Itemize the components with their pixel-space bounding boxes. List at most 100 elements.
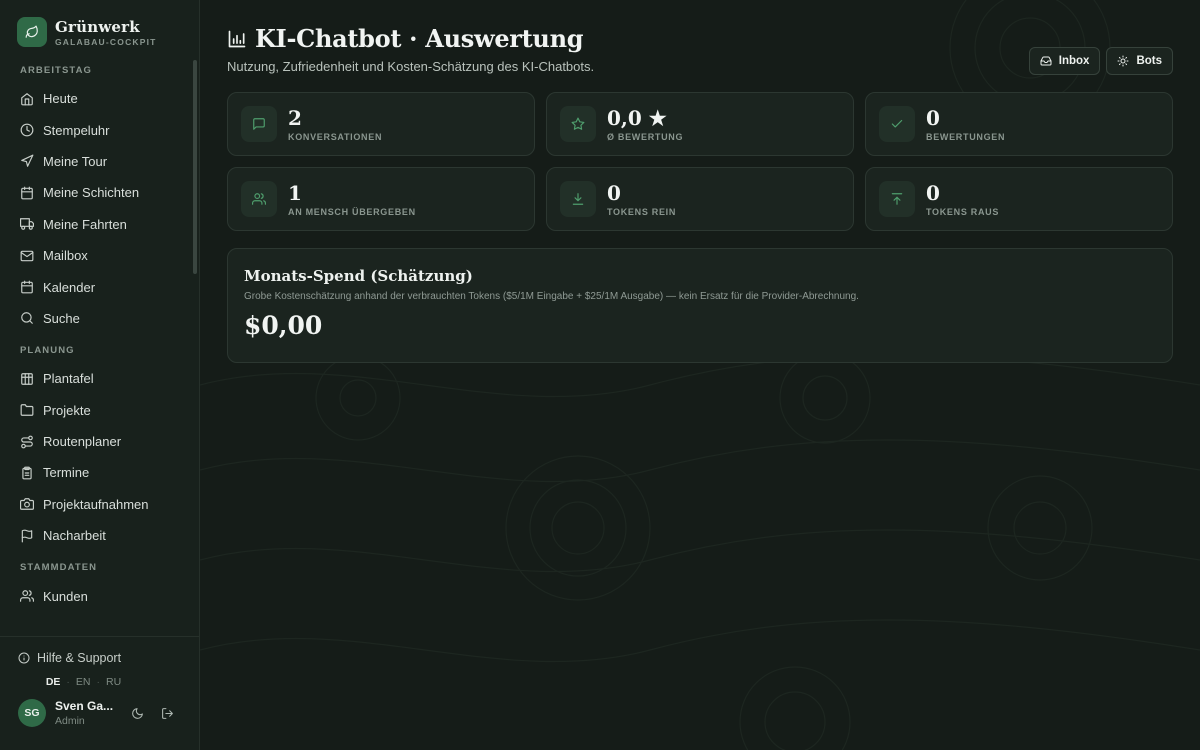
user-profile: SG Sven Ga... Admin [0,699,199,727]
spend-description: Grobe Kostenschätzung anhand der verbrau… [244,291,859,302]
sidebar-item-label: Termine [43,465,90,481]
logout-icon[interactable] [161,707,174,720]
sidebar-item-label: Meine Fahrten [43,216,127,232]
sun-icon [1117,55,1129,67]
stat-card-tokens-rein: 0 TOKENS REIN [546,167,854,231]
stat-label: TOKENS REIN [607,206,677,217]
sidebar-item-label: Kunden [43,588,88,604]
search-icon [21,312,33,325]
stat-value: 0 [926,180,940,205]
avatar[interactable]: SG [18,699,46,727]
stat-value: 2 [288,105,302,130]
home-icon [21,92,33,106]
leaf-icon [17,17,47,47]
clipboard-icon [22,466,32,480]
sidebar-item-routenplaner[interactable]: Routenplaner [0,426,193,457]
sidebar-item-label: Heute [43,91,78,107]
nav-section-arbeitstag: ARBEITSTAG [20,65,93,76]
sidebar-footer: Hilfe & Support DE · EN · RU SG Sven Ga.… [0,636,199,750]
mail-icon [20,250,34,261]
stat-card-uebergeben: 1 AN MENSCH ÜBERGEBEN [227,167,535,231]
stat-label: BEWERTUNGEN [926,131,1006,142]
user-name: Sven Ga... [55,699,114,713]
users-icon [252,193,266,205]
sidebar-item-label: Stempeluhr [43,122,110,138]
chat-icon [253,118,265,130]
check-icon [891,119,903,128]
page-subtitle: Nutzung, Zufriedenheit und Kosten-Schätz… [227,59,595,74]
info-icon [18,652,30,664]
bar-chart-icon [228,30,246,47]
language-en[interactable]: EN [76,676,91,688]
stat-value: 0 [926,105,940,130]
sidebar-item-kunden[interactable]: Kunden [0,580,193,611]
sidebar-item-suche[interactable]: Suche [0,303,193,334]
sidebar-nav: ARBEITSTAG Heute Stempeluhr Meine Tour M… [0,64,193,636]
sidebar-item-termine[interactable]: Termine [0,457,193,488]
sidebar-item-label: Routenplaner [43,434,122,450]
brand[interactable]: Grünwerk GALABAU-COCKPIT [0,0,199,48]
sidebar-item-label: Mailbox [43,248,88,264]
sidebar-item-kalender[interactable]: Kalender [0,271,193,302]
brand-name: Grünwerk [55,17,140,36]
navigation-icon [21,155,34,168]
separator-dot: · [96,676,101,688]
stat-value: 1 [288,180,302,205]
sidebar-item-mailbox[interactable]: Mailbox [0,240,193,271]
sidebar-scrollbar[interactable] [193,60,197,274]
folder-icon [20,404,34,417]
sidebar-item-label: Nacharbeit [43,528,106,544]
brand-subtitle: GALABAU-COCKPIT [55,36,157,47]
sidebar-item-stempeluhr[interactable]: Stempeluhr [0,114,193,145]
language-ru[interactable]: RU [106,676,121,688]
stat-label: Ø BEWERTUNG [607,131,684,142]
spend-value: $0,00 [244,311,323,340]
upload-icon [891,193,903,205]
inbox-label: Inbox [1058,55,1090,67]
sidebar-item-plantafel[interactable]: Plantafel [0,363,193,394]
bots-label: Bots [1136,55,1162,67]
stat-card-bewertungen: 0 BEWERTUNGEN [865,92,1173,156]
stat-value: 0,0 ★ [607,105,667,130]
clock-icon [20,123,34,137]
sidebar-item-meine-tour[interactable]: Meine Tour [0,146,193,177]
star-icon [571,117,585,130]
stats-grid: 2 KONVERSATIONEN 0,0 ★ Ø BEWERTUNG 0 BEW… [227,92,1173,231]
truck-icon [20,218,34,231]
page-title: KI-Chatbot · Auswertung [255,24,584,53]
users-icon [20,590,34,602]
sidebar-item-heute[interactable]: Heute [0,83,193,114]
sidebar: Grünwerk GALABAU-COCKPIT ARBEITSTAG Heut… [0,0,200,750]
user-role: Admin [55,715,85,727]
sidebar-item-projektaufnahmen[interactable]: Projektaufnahmen [0,489,193,520]
sidebar-item-projekte[interactable]: Projekte [0,395,193,426]
stat-card-tokens-raus: 0 TOKENS RAUS [865,167,1173,231]
spend-title: Monats-Spend (Schätzung) [244,267,473,285]
stat-label: KONVERSATIONEN [288,131,383,142]
help-support-link[interactable]: Hilfe & Support [0,637,199,665]
sidebar-item-label: Kalender [43,279,96,295]
sidebar-item-nacharbeit[interactable]: Nacharbeit [0,520,193,551]
sidebar-item-label: Projekte [43,402,91,418]
download-icon [572,193,584,205]
nav-section-stammdaten: STAMMDATEN [20,562,98,574]
inbox-icon [1040,56,1052,66]
monthly-spend-card: Monats-Spend (Schätzung) Grobe Kostensch… [227,248,1173,363]
inbox-button[interactable]: Inbox [1028,47,1101,75]
nav-section-planung: PLANUNG [20,345,75,357]
language-de[interactable]: DE [46,676,61,688]
sidebar-item-label: Suche [43,310,80,326]
sidebar-item-label: Plantafel [43,371,94,387]
sidebar-item-label: Meine Schichten [43,185,140,201]
help-label: Hilfe & Support [37,651,122,665]
stat-label: TOKENS RAUS [926,206,1000,217]
moon-icon[interactable] [131,707,144,720]
sidebar-item-meine-fahrten[interactable]: Meine Fahrten [0,209,193,240]
stat-card-konversationen: 2 KONVERSATIONEN [227,92,535,156]
stat-value: 0 [607,180,621,205]
camera-icon [20,498,34,511]
bots-button[interactable]: Bots [1106,47,1173,75]
sidebar-item-label: Projektaufnahmen [43,496,149,512]
main-content: KI-Chatbot · Auswertung Nutzung, Zufried… [200,0,1200,750]
sidebar-item-meine-schichten[interactable]: Meine Schichten [0,177,193,208]
